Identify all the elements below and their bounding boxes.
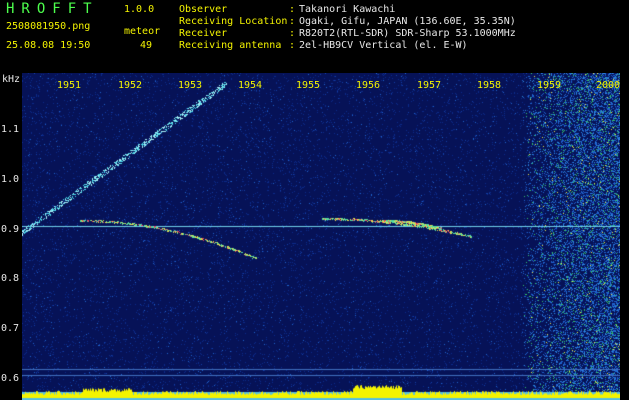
y-tick-label: 1.1 [1, 124, 20, 135]
x-tick-label: 2000 [596, 80, 621, 91]
observer-colon: : [289, 4, 296, 15]
app-name: HROFFT [6, 1, 99, 17]
x-tick-label: 1955 [296, 80, 321, 91]
y-tick-label: 0.8 [1, 273, 20, 284]
antenna-colon: : [289, 40, 296, 51]
app-version: 1.0.0 [124, 4, 155, 15]
x-tick-label: 1951 [57, 80, 82, 91]
y-tick-label: 0.7 [1, 323, 20, 334]
meteor-label: meteor [124, 26, 161, 37]
x-tick-label: 1956 [356, 80, 381, 91]
x-tick-label: 1952 [118, 80, 143, 91]
x-tick-label: 1958 [477, 80, 502, 91]
observer-label: Observer [179, 4, 228, 15]
x-tick-label: 1957 [417, 80, 442, 91]
receiver-label: Receiver [179, 28, 228, 39]
meteor-count: 49 [140, 40, 153, 51]
x-tick-label: 1953 [178, 80, 203, 91]
location-value: Ogaki, Gifu, JAPAN (136.60E, 35.35N) [299, 16, 516, 27]
y-tick-label: 0.9 [1, 224, 20, 235]
x-tick-label: 1954 [238, 80, 263, 91]
receiver-value: R820T2(RTL-SDR) SDR-Sharp 53.1000MHz [299, 28, 516, 39]
antenna-label: Receiving antenna [179, 40, 282, 51]
spectrogram-canvas [22, 73, 620, 400]
antenna-value: 2el-HB9CV Vertical (el. E-W) [299, 40, 468, 51]
y-tick-label: 0.6 [1, 373, 20, 384]
observer-value: Takanori Kawachi [299, 4, 396, 15]
file-name: 2508081950.png [6, 21, 91, 32]
y-tick-label: 1.0 [1, 174, 20, 185]
location-label: Receiving Location [179, 16, 288, 27]
y-axis-unit: kHz [2, 74, 21, 85]
location-colon: : [289, 16, 296, 27]
x-tick-label: 1959 [537, 80, 562, 91]
date-time: 25.08.08 19:50 [6, 40, 91, 51]
header-panel: HROFFT 1.0.0 2508081950.png meteor 25.08… [0, 0, 629, 73]
receiver-colon: : [289, 28, 296, 39]
